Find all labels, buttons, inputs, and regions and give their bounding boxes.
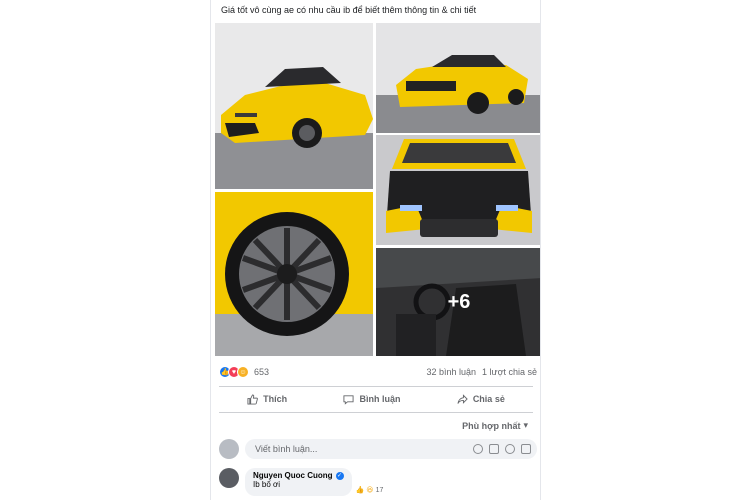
sticker-icon[interactable]: [521, 444, 531, 454]
facebook-post: Giá tốt vô cùng ae có nhu cầu ib để biết…: [210, 0, 541, 500]
avatar[interactable]: [219, 439, 239, 459]
share-label: Chia sẻ: [472, 394, 505, 404]
divider-bottom: [219, 412, 533, 413]
gif-icon[interactable]: [505, 444, 515, 454]
comment-count[interactable]: 32 bình luận: [427, 367, 477, 377]
commenter-avatar[interactable]: [219, 468, 239, 488]
reactions-summary: 👍 ♥ ☺ 653 32 bình luận 1 lượt chia sẻ: [219, 364, 537, 380]
comment-item: Nguyen Quoc Cuong ✓ Ib bố ơi 👍 😆 17: [219, 468, 537, 496]
photo-rear-three-quarter[interactable]: [376, 23, 540, 133]
verified-badge-icon: ✓: [335, 471, 344, 480]
comment-sort-label: Phù hợp nhất: [462, 420, 521, 431]
comment-placeholder: Viết bình luận...: [255, 444, 318, 454]
reaction-icons[interactable]: 👍 ♥ ☺: [219, 366, 249, 378]
like-button[interactable]: Thích: [247, 393, 288, 405]
like-icon: 👍: [355, 487, 365, 494]
reaction-count[interactable]: 653: [254, 367, 269, 377]
share-count[interactable]: 1 lượt chia sẻ: [482, 367, 537, 377]
comment-button[interactable]: Bình luận: [343, 394, 400, 405]
photo-front-trunk-open[interactable]: [376, 135, 540, 245]
comment-text: Ib bố ơi: [253, 480, 281, 489]
thumbs-up-icon: [247, 393, 259, 405]
write-comment-row: Viết bình luận...: [219, 438, 537, 460]
chevron-down-icon: ▾: [523, 420, 528, 430]
comment-label: Bình luận: [359, 394, 401, 404]
comment-sort-dropdown[interactable]: Phù hợp nhất ▾: [462, 420, 528, 431]
more-photos-overlay[interactable]: +6: [376, 248, 540, 356]
comment-reactions[interactable]: 👍 😆 17: [356, 484, 384, 496]
comment-reaction-count: 17: [375, 486, 384, 494]
post-caption: Giá tốt vô cùng ae có nhu cầu ib để biết…: [221, 5, 477, 15]
emoji-icon[interactable]: [473, 444, 483, 454]
camera-icon[interactable]: [489, 444, 499, 454]
divider-top: [219, 386, 533, 387]
comment-icon: [343, 394, 355, 405]
photo-front-three-quarter[interactable]: [215, 23, 373, 189]
photo-interior[interactable]: +6: [376, 248, 540, 356]
care-icon: ☺: [237, 366, 249, 378]
post-actions: Thích Bình luận Chia sẻ: [219, 388, 533, 410]
commenter-name[interactable]: Nguyen Quoc Cuong: [253, 471, 333, 480]
share-button[interactable]: Chia sẻ: [457, 393, 505, 405]
comment-input[interactable]: Viết bình luận...: [245, 439, 537, 459]
share-icon: [457, 393, 468, 404]
like-label: Thích: [263, 394, 288, 404]
haha-icon: 😆: [366, 487, 374, 494]
comment-bubble: Nguyen Quoc Cuong ✓ Ib bố ơi: [245, 468, 352, 496]
photo-wheel-closeup[interactable]: [215, 192, 373, 356]
